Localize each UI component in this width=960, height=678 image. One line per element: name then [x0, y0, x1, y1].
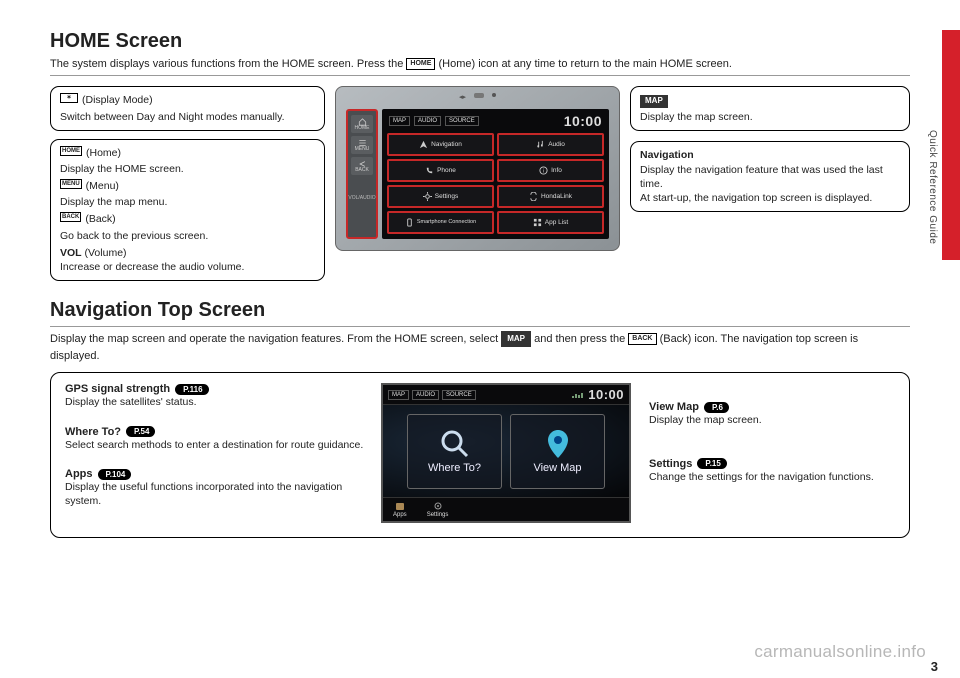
device-mockup: ◂▸ HOME MENU BACK VOL/AUDIO MAP: [335, 86, 620, 251]
side-label: Quick Reference Guide: [927, 130, 938, 244]
tile-applist[interactable]: App List: [497, 211, 604, 234]
tile-hondalink[interactable]: HondaLink: [497, 185, 604, 208]
brightness-icon: ✶: [60, 93, 78, 103]
menu-icon: MENU: [60, 179, 82, 189]
map-chip-icon: MAP: [501, 331, 531, 347]
item-where-to: Where To? P.54 Select search methods to …: [65, 426, 365, 453]
navscr-btm-apps[interactable]: Apps: [393, 501, 407, 518]
back-icon: BACK: [60, 212, 81, 222]
tile-settings[interactable]: Settings: [387, 185, 494, 208]
watermark: carmanualsonline.info: [754, 642, 926, 662]
tile-smartphone[interactable]: Smartphone Connection: [387, 211, 494, 234]
page-ref-pill: P.116: [175, 384, 208, 395]
side-red-tab: [942, 30, 960, 260]
side-menu-button[interactable]: MENU: [351, 136, 373, 154]
navscr-btm-settings[interactable]: Settings: [427, 501, 449, 518]
gps-signal-icon: [572, 391, 584, 399]
back-icon: BACK: [628, 333, 656, 345]
tile-phone[interactable]: Phone: [387, 159, 494, 182]
callout-display-mode: ✶ (Display Mode) Switch between Day and …: [50, 86, 325, 130]
screen-tab-audio[interactable]: AUDIO: [414, 116, 441, 126]
magnifier-icon: [439, 428, 471, 460]
screen-clock: 10:00: [564, 113, 602, 129]
apps-icon: [395, 501, 405, 511]
map-pin-icon: [542, 428, 574, 460]
device-screen: MAP AUDIO SOURCE 10:00 Navigation Audio …: [382, 109, 609, 239]
callout-navigation: Navigation Display the navigation featur…: [630, 141, 910, 212]
section2-title: Navigation Top Screen: [50, 299, 910, 322]
gear-icon: [433, 501, 443, 511]
home-icon: HOME: [406, 58, 435, 70]
page-number: 3: [931, 659, 938, 674]
item-apps: Apps P.104 Display the useful functions …: [65, 468, 365, 508]
speaker-icon: ◂▸: [459, 93, 466, 101]
map-chip-icon: MAP: [640, 95, 668, 108]
item-gps: GPS signal strength P.116 Display the sa…: [65, 383, 365, 410]
page-ref-pill: P.6: [704, 402, 729, 413]
section1-title: HOME Screen: [50, 30, 910, 53]
navigation-top-box: GPS signal strength P.116 Display the sa…: [50, 372, 910, 538]
callout-side-buttons: HOME (Home) Display the HOME screen. MEN…: [50, 139, 325, 281]
navtile-where-to[interactable]: Where To?: [407, 414, 502, 489]
led-icon: [492, 93, 496, 97]
page-ref-pill: P.104: [98, 469, 132, 480]
tile-info[interactable]: iInfo: [497, 159, 604, 182]
sensor-icon: [474, 93, 484, 98]
home-icon: HOME: [60, 146, 82, 156]
navscr-tab-source[interactable]: SOURCE: [442, 390, 476, 400]
side-home-button[interactable]: HOME: [351, 115, 373, 133]
tile-audio[interactable]: Audio: [497, 133, 604, 156]
navscr-tab-map[interactable]: MAP: [388, 390, 409, 400]
page-ref-pill: P.54: [126, 426, 155, 437]
callout-map-chip: MAP Display the map screen.: [630, 86, 910, 131]
device-sidebar: HOME MENU BACK VOL/AUDIO: [346, 109, 378, 239]
screen-tab-map[interactable]: MAP: [389, 116, 410, 126]
item-view-map: View Map P.6 Display the map screen.: [649, 401, 895, 428]
section1-subline: The system displays various functions fr…: [50, 57, 910, 76]
screen-tab-source[interactable]: SOURCE: [445, 116, 479, 126]
navscr-clock: 10:00: [588, 387, 624, 402]
navscr-tab-audio[interactable]: AUDIO: [412, 390, 439, 400]
page-ref-pill: P.15: [697, 458, 726, 469]
navtile-view-map[interactable]: View Map: [510, 414, 605, 489]
section2-subline: Display the map screen and operate the n…: [50, 326, 910, 364]
side-vol-control[interactable]: VOL/AUDIO: [351, 178, 373, 218]
tile-navigation[interactable]: Navigation: [387, 133, 494, 156]
nav-screen-mockup: MAP AUDIO SOURCE 10:00: [381, 383, 631, 523]
svg-text:i: i: [543, 169, 544, 175]
item-settings: Settings P.15 Change the settings for th…: [649, 458, 895, 485]
side-back-button[interactable]: BACK: [351, 157, 373, 175]
